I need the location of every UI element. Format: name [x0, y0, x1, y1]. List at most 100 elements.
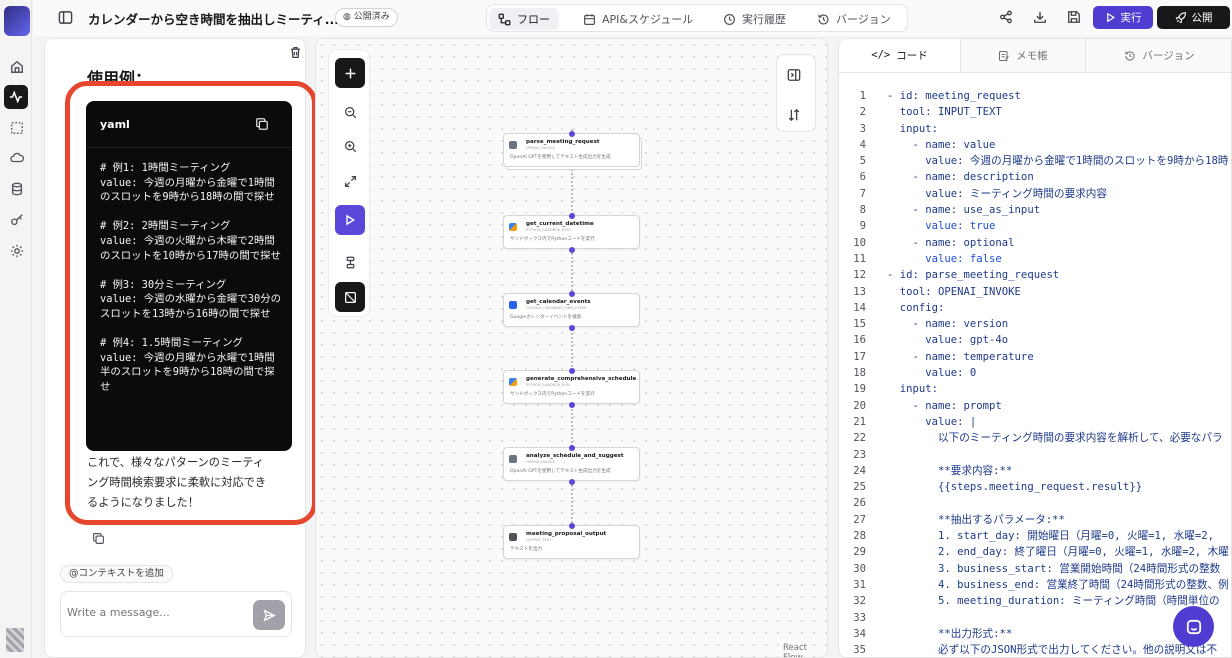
- code-panel-tabs: </> コード メモ帳 バージョン: [839, 39, 1231, 73]
- tab-notepad[interactable]: メモ帳: [960, 39, 1086, 72]
- tab-flow[interactable]: フロー: [489, 8, 559, 30]
- published-badge-label: 公開済み: [353, 12, 390, 22]
- settings-icon[interactable]: [6, 240, 28, 262]
- react-flow-attribution[interactable]: React Flow: [783, 643, 827, 657]
- code-line[interactable]: 15 - name: version: [839, 316, 1231, 332]
- tab-code-version[interactable]: バージョン: [1086, 39, 1231, 72]
- publish-button[interactable]: 公開: [1157, 6, 1230, 29]
- input-handle[interactable]: [569, 213, 575, 219]
- code-line[interactable]: 22 以下のミーティング時間の要求内容を解析して、必要なパラ: [839, 430, 1231, 446]
- tab-api-schedule[interactable]: API&スケジュール: [574, 8, 702, 30]
- code-line[interactable]: 10 - name: optional: [839, 235, 1231, 251]
- add-node-button[interactable]: [335, 58, 365, 88]
- code-line[interactable]: 3 input:: [839, 121, 1231, 137]
- output-handle[interactable]: [569, 247, 575, 253]
- home-icon[interactable]: [6, 56, 28, 78]
- code-line[interactable]: 13 tool: OPENAI_INVOKE: [839, 284, 1231, 300]
- layout-button[interactable]: [335, 247, 365, 277]
- cloud-icon[interactable]: [6, 147, 28, 169]
- tab-version[interactable]: バージョン: [808, 8, 900, 30]
- fit-view-button[interactable]: [335, 166, 365, 196]
- code-line[interactable]: 23: [839, 447, 1231, 463]
- add-context-button[interactable]: @コンテキストを追加: [60, 565, 173, 583]
- flow-canvas[interactable]: parse_meeting_request OPENAI_INVOKE Open…: [315, 38, 828, 658]
- output-handle[interactable]: [569, 402, 575, 408]
- code-line[interactable]: 32 5. meeting_duration: ミーティング時間（時間単位の: [839, 593, 1231, 609]
- zoom-in-icon: [344, 140, 356, 152]
- line-number: 31: [853, 578, 866, 591]
- run-flow-button[interactable]: [335, 205, 365, 235]
- line-number: 29: [853, 546, 866, 559]
- line-text: input:: [887, 383, 939, 396]
- input-handle[interactable]: [569, 291, 575, 297]
- code-line[interactable]: 19 input:: [839, 381, 1231, 397]
- run-button[interactable]: 実行: [1093, 6, 1153, 29]
- code-line[interactable]: 25 {{steps.meeting_request.result}}: [839, 479, 1231, 495]
- code-line[interactable]: 20 - name: prompt: [839, 398, 1231, 414]
- code-line[interactable]: 18 value: 0: [839, 365, 1231, 381]
- code-line[interactable]: 29 2. end_day: 終了曜日（月曜=0, 火曜=1, 水曜=2, 木曜: [839, 544, 1231, 560]
- code-line[interactable]: 31 4. business_end: 営業終了時間（24時間形式の整数、例: [839, 577, 1231, 593]
- trash-icon[interactable]: [289, 44, 302, 63]
- code-line[interactable]: 6 - name: description: [839, 169, 1231, 185]
- workflow-title[interactable]: カレンダーから空き時間を抽出しミーティ...: [88, 9, 339, 28]
- code-line[interactable]: 24 **要求内容:**: [839, 463, 1231, 479]
- code-line[interactable]: 17 - name: temperature: [839, 349, 1231, 365]
- code-line[interactable]: 11 value: false: [839, 251, 1231, 267]
- toggle-grid-button[interactable]: [335, 282, 365, 312]
- tab-run-history[interactable]: 実行履歴: [714, 8, 795, 30]
- panel-toggle-icon[interactable]: [787, 67, 801, 86]
- select-area-icon[interactable]: [6, 117, 28, 139]
- share-icon[interactable]: [999, 9, 1013, 28]
- input-handle[interactable]: [569, 523, 575, 529]
- save-icon[interactable]: [1067, 9, 1081, 28]
- code-line[interactable]: 21 value: |: [839, 414, 1231, 430]
- code-line[interactable]: 14 config:: [839, 300, 1231, 316]
- tab-code[interactable]: </> コード: [839, 39, 960, 72]
- code-line[interactable]: 35 必ず以下のJSON形式で出力してください。他の説明文は不: [839, 642, 1231, 657]
- activity-icon[interactable]: [4, 85, 28, 109]
- code-line[interactable]: 1 - id: meeting_request: [839, 88, 1231, 104]
- support-chat-button[interactable]: [1173, 606, 1214, 647]
- input-handle[interactable]: [569, 131, 575, 137]
- output-handle[interactable]: [569, 479, 575, 485]
- zoom-out-button[interactable]: [335, 97, 365, 127]
- send-button[interactable]: [253, 600, 285, 630]
- code-line[interactable]: 27 **抽出するパラメータ:**: [839, 512, 1231, 528]
- flow-node[interactable]: parse_meeting_request OPENAI_INVOKE Open…: [503, 131, 640, 167]
- flow-node[interactable]: get_calendar_events GOOGLE_CALENDAR_FIND…: [503, 291, 640, 331]
- yaml-editor[interactable]: 1 - id: meeting_request 2 tool: INPUT_TEXT…: [839, 88, 1231, 657]
- code-line[interactable]: 26: [839, 495, 1231, 511]
- line-number: 24: [853, 464, 866, 477]
- database-icon[interactable]: [6, 178, 28, 200]
- download-icon[interactable]: [1033, 9, 1047, 28]
- code-line[interactable]: 16 value: gpt-4o: [839, 332, 1231, 348]
- code-line[interactable]: 28 1. start_day: 開始曜日（月曜=0, 火曜=1, 水曜=2,: [839, 528, 1231, 544]
- code-line[interactable]: 12 - id: parse_meeting_request: [839, 267, 1231, 283]
- sidebar-toggle-icon[interactable]: [58, 10, 73, 29]
- avatar[interactable]: [6, 628, 24, 652]
- node-tool: PYTHON_SANDBOX_RUN: [526, 228, 570, 232]
- line-number: 1: [859, 90, 866, 102]
- flow-node[interactable]: analyze_schedule_and_suggest OPENAI_INVO…: [503, 445, 640, 485]
- code-line[interactable]: 5 value: 今週の月曜から金曜で1時間のスロットを9時から18時: [839, 153, 1231, 169]
- message-input[interactable]: [67, 606, 247, 619]
- code-line[interactable]: 2 tool: INPUT_TEXT: [839, 104, 1231, 120]
- code-line[interactable]: 9 value: true: [839, 218, 1231, 234]
- code-line[interactable]: 30 3. business_start: 営業開始時間（24時間形式の整数: [839, 561, 1231, 577]
- input-handle[interactable]: [569, 445, 575, 451]
- key-icon[interactable]: [6, 209, 28, 231]
- output-handle[interactable]: [569, 325, 575, 331]
- input-handle[interactable]: [569, 368, 575, 374]
- sort-icon[interactable]: [787, 107, 801, 126]
- flow-node[interactable]: meeting_proposal_output OUTPUT_TEXT テキスト…: [503, 523, 640, 559]
- zoom-in-button[interactable]: [335, 131, 365, 161]
- flow-node[interactable]: generate_comprehensive_schedule PYTHON_S…: [503, 368, 640, 408]
- code-line[interactable]: 7 value: ミーティング時間の要求内容: [839, 186, 1231, 202]
- app-logo[interactable]: [4, 6, 30, 36]
- flow-node[interactable]: get_current_datetime PYTHON_SANDBOX_RUN …: [503, 213, 640, 253]
- code-line[interactable]: 4 - name: value: [839, 137, 1231, 153]
- copy-icon[interactable]: [255, 116, 269, 135]
- code-line[interactable]: 8 - name: use_as_input: [839, 202, 1231, 218]
- copy-message-icon[interactable]: [92, 530, 105, 549]
